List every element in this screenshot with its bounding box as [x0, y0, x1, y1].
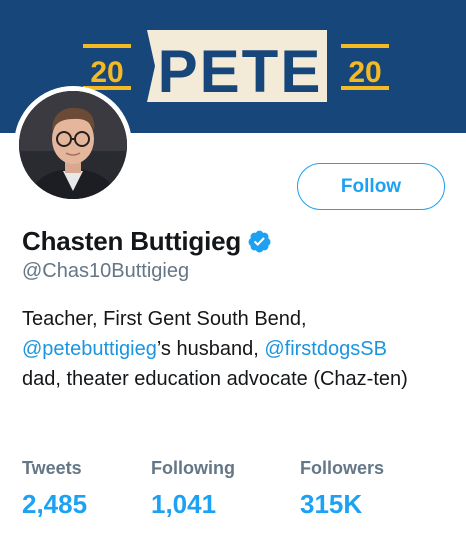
bio-line-3: dad, theater education advocate (Chaz-te… [22, 368, 408, 390]
stat-value: 315K [300, 489, 363, 519]
stat-value: 2,485 [22, 489, 88, 519]
bio-text-husband: ’s husband, [156, 338, 265, 360]
avatar[interactable] [14, 86, 132, 204]
bio-line-2: @petebuttigieg’s husband, @firstdogsSB [22, 334, 452, 364]
banner-year-right: 20 [348, 56, 381, 89]
banner-title: PETE [158, 38, 323, 105]
stat-value: 1,041 [151, 489, 217, 519]
banner-year-left: 20 [90, 56, 123, 89]
verified-badge-icon [248, 230, 271, 253]
mention-firstdogssb-link[interactable]: @firstdogsSB [264, 338, 387, 360]
bio-line-1: Teacher, First Gent South Bend, [22, 308, 307, 330]
avatar-photo [19, 91, 127, 199]
profile-stats: Tweets 2,485 Following 1,041 Followers 3… [22, 458, 384, 520]
stat-label: Tweets [22, 458, 82, 478]
stat-tweets[interactable]: Tweets 2,485 [22, 458, 151, 520]
profile-name: Chasten Buttigieg [22, 226, 242, 256]
mention-petebuttigieg-link[interactable]: @petebuttigieg [22, 338, 157, 360]
profile-name-row: Chasten Buttigieg [22, 226, 272, 257]
follow-button[interactable]: Follow [297, 163, 445, 210]
profile-handle: @Chas10Buttigieg [22, 260, 190, 282]
profile-bio: Teacher, First Gent South Bend, @petebut… [22, 304, 452, 394]
stat-label: Followers [300, 458, 385, 478]
stat-followers[interactable]: Followers 315K [300, 458, 384, 520]
stat-following[interactable]: Following 1,041 [151, 458, 300, 520]
stat-label: Following [151, 458, 235, 478]
